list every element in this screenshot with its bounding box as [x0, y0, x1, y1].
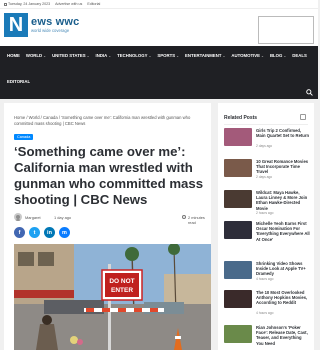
related-posts-sidebar: Related Posts Girls Trip 2 Confirmed, Ma…: [218, 103, 314, 350]
related-posts-heading: Related Posts: [224, 115, 258, 121]
header-ad-slot[interactable]: [258, 16, 314, 44]
nav-item-label: TECHNOLOGY: [117, 53, 148, 58]
related-post-title[interactable]: Shrinking Video Shows Inside Look at App…: [256, 261, 310, 277]
nav-item-automotive[interactable]: AUTOMOTIVE ⌄: [231, 53, 264, 58]
site-tagline: world wide coverage: [31, 28, 70, 33]
publish-date: 1 day ago: [54, 215, 72, 220]
article-photo: DO NOT ENTER: [14, 244, 211, 350]
chevron-down-icon: ⌄: [283, 53, 287, 58]
editorial-link[interactable]: Editorial: [87, 2, 100, 6]
related-post-time: 2 days ago: [256, 175, 273, 180]
nav-item-deals[interactable]: DEALS: [292, 53, 307, 58]
street-scene-image: DO NOT ENTER: [14, 244, 211, 350]
read-time: 2 minutes read: [188, 215, 205, 225]
article-title: ‘Something came over me’: California man…: [14, 144, 204, 207]
top-bar: Tuesday, 24 January 2023 Advertise with …: [0, 0, 318, 9]
share-buttons: f t in m: [14, 227, 70, 238]
chevron-down-icon: ⌄: [261, 53, 264, 58]
nav-item-united-states[interactable]: UNITED STATES ⌄: [52, 53, 89, 58]
category-badge[interactable]: Canada: [14, 134, 34, 140]
nav-item-blog[interactable]: BLOG ⌄: [270, 53, 286, 58]
related-post-item[interactable]: Rian Johnson's 'Poker Face': Release Dat…: [224, 325, 310, 350]
related-post-item[interactable]: 10 Great Romance Movies That Incorporate…: [224, 159, 310, 192]
nav-item-label: INDIA: [95, 53, 108, 58]
related-post-item[interactable]: Wildcat: Maya Hawke, Laura Linney & More…: [224, 190, 310, 223]
article-meta: Margaret 1 day ago 2 minutes read: [14, 213, 206, 225]
related-post-thumbnail[interactable]: [224, 159, 252, 177]
author-name[interactable]: Margaret: [25, 215, 41, 220]
advertise-link[interactable]: Advertise with us: [55, 2, 82, 6]
chevron-down-icon: ⌄: [86, 53, 90, 58]
nav-item-entertainment[interactable]: ENTERTAINMENT ⌄: [185, 53, 225, 58]
chevron-down-icon: ⌄: [43, 53, 47, 58]
related-post-title[interactable]: Rian Johnson's 'Poker Face': Release Dat…: [256, 325, 310, 346]
nav-item-label: AUTOMOTIVE: [231, 53, 260, 58]
related-post-title[interactable]: Wildcat: Maya Hawke, Laura Linney & More…: [256, 190, 310, 211]
calendar-icon: [4, 2, 7, 6]
search-icon[interactable]: [306, 89, 313, 96]
date-display: Tuesday, 24 January 2023: [4, 2, 50, 6]
nav-item-world[interactable]: WORLD ⌄: [26, 53, 46, 58]
breadcrumb[interactable]: Home / World / Canada / 'Something came …: [14, 115, 204, 127]
author-avatar[interactable]: [14, 213, 22, 221]
sign-text-line2: ENTER: [111, 287, 133, 294]
related-post-time: 2 days ago: [256, 144, 273, 149]
related-post-thumbnail[interactable]: [224, 221, 252, 239]
related-post-thumbnail[interactable]: [224, 128, 252, 146]
nav-item-label: BLOG: [269, 53, 283, 58]
related-post-title[interactable]: Michelle Yeoh Earns First Oscar Nominati…: [256, 221, 310, 242]
chevron-down-icon: ⌄: [148, 53, 152, 58]
nav-item-india[interactable]: INDIA ⌄: [96, 53, 112, 58]
linkedin-share-icon[interactable]: in: [44, 227, 55, 238]
nav-item-sports[interactable]: SPORTS ⌄: [157, 53, 179, 58]
related-post-item[interactable]: The 10 Most Overlooked Anthony Hopkins M…: [224, 290, 310, 323]
nav-menu: HOME WORLD ⌄ UNITED STATES ⌄ INDIA ⌄ TECHNOLOGY…: [7, 53, 307, 58]
related-post-title[interactable]: Girls Trip 2 Confirmed, Main Quartet Set…: [256, 128, 310, 138]
related-post-title[interactable]: 10 Great Romance Movies That Incorporate…: [256, 159, 310, 175]
chevron-down-icon: ⌄: [222, 53, 226, 58]
main-nav: HOME WORLD ⌄ UNITED STATES ⌄ INDIA ⌄ TECHNOLOGY…: [0, 46, 318, 99]
sign-text-line1: DO NOT: [109, 278, 134, 285]
related-post-thumbnail[interactable]: [224, 190, 252, 208]
related-post-thumbnail[interactable]: [224, 261, 252, 279]
nav-item-label: ENTERTAINMENT: [185, 53, 222, 58]
site-name[interactable]: ews wwc: [31, 16, 79, 28]
chevron-down-icon: ⌄: [108, 53, 112, 58]
related-post-item[interactable]: Girls Trip 2 Confirmed, Main Quartet Set…: [224, 128, 310, 161]
article-card: Home / World / Canada / 'Something came …: [4, 103, 211, 350]
chevron-down-icon: ⌄: [176, 53, 180, 58]
nav-item-home[interactable]: HOME: [7, 53, 20, 58]
related-post-time: 4 hours ago: [256, 311, 274, 316]
related-post-title[interactable]: The 10 Most Overlooked Anthony Hopkins M…: [256, 290, 310, 306]
nav-item-label: DEALS: [292, 53, 307, 58]
next-arrow-icon[interactable]: [300, 114, 306, 120]
nav-item-label: UNITED STATES: [52, 53, 86, 58]
related-post-time: 4 hours ago: [256, 277, 274, 282]
divider: [224, 124, 308, 125]
messenger-share-icon[interactable]: m: [59, 227, 70, 238]
related-post-item[interactable]: Michelle Yeoh Earns First Oscar Nominati…: [224, 221, 310, 254]
nav-item-technology[interactable]: TECHNOLOGY ⌄: [117, 53, 151, 58]
site-header: N ews wwc world wide coverage: [0, 9, 318, 46]
facebook-share-icon[interactable]: f: [14, 227, 25, 238]
nav-item-label: WORLD: [25, 53, 43, 58]
twitter-share-icon[interactable]: t: [29, 227, 40, 238]
related-post-time: 2 hours ago: [256, 211, 274, 216]
related-post-thumbnail[interactable]: [224, 290, 252, 308]
nav-item-editorial[interactable]: EDITORIAL: [7, 79, 30, 84]
clock-icon: [182, 215, 186, 219]
related-post-thumbnail[interactable]: [224, 325, 252, 343]
nav-item-label: HOME: [7, 53, 20, 58]
site-logo[interactable]: N: [4, 13, 28, 37]
nav-item-label: SPORTS: [157, 53, 176, 58]
